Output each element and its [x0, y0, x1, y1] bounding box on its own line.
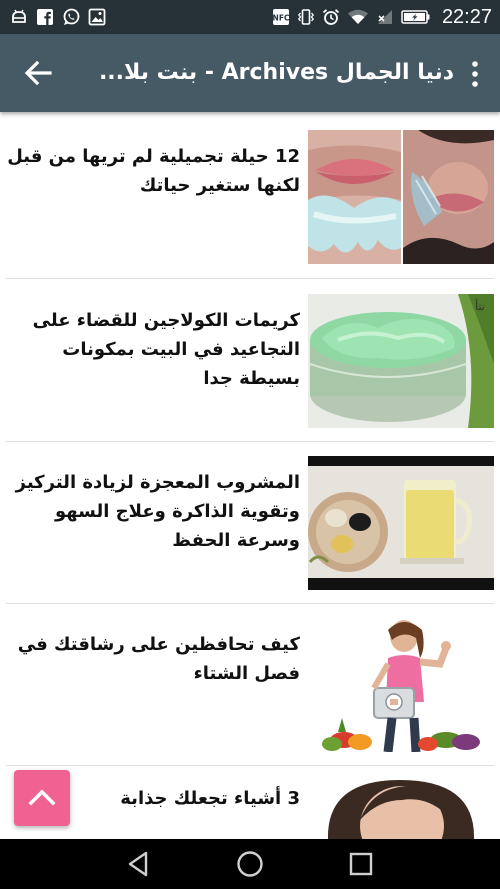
article-title: كريمات الكولاجين للقضاء على التجاعيد في … — [32, 310, 300, 389]
alarm-icon — [322, 9, 340, 25]
facebook-icon — [37, 9, 53, 25]
row-divider — [6, 278, 494, 279]
woman-face-photo — [308, 780, 494, 839]
no-signal-icon — [377, 10, 392, 24]
nav-back-icon[interactable] — [124, 849, 154, 879]
list-item[interactable]: 3 أشياء تجعلك جذابة — [6, 780, 494, 839]
system-icons: NFC 22:27 — [272, 6, 492, 28]
list-item[interactable]: المشروب المعجزة لزيادة التركيز وتقوية ال… — [6, 456, 494, 590]
status-clock: 22:27 — [441, 5, 492, 28]
more-vert-icon[interactable] — [464, 58, 486, 90]
svg-text:نتأ: نتأ — [475, 298, 485, 313]
svg-text:NFC: NFC — [272, 14, 289, 23]
chevron-up-icon — [28, 789, 56, 806]
page-title: دنيا الجمال Archives - بنت بلا... — [98, 60, 454, 85]
notification-icons — [10, 7, 106, 27]
whatsapp-icon — [63, 8, 80, 25]
wifi-icon — [347, 9, 368, 24]
article-title: المشروب المعجزة لزيادة التركيز وتقوية ال… — [15, 472, 300, 551]
article-title: 12 حيلة تجميلية لم تريها من قبل لكنها ست… — [7, 146, 300, 196]
list-item[interactable]: كريمات الكولاجين للقضاء على التجاعيد في … — [6, 294, 494, 428]
nav-home-icon[interactable] — [235, 849, 265, 879]
list-item[interactable]: كيف تحافظين على رشاقتك في فصل الشتاء — [6, 618, 494, 752]
row-divider — [6, 765, 494, 766]
lips-mask-photo — [308, 130, 494, 264]
android-debug-icon — [12, 9, 26, 23]
list-item[interactable]: 12 حيلة تجميلية لم تريها من قبل لكنها ست… — [6, 130, 494, 264]
scroll-to-top-button[interactable] — [14, 770, 70, 826]
battery-charging-icon — [401, 10, 430, 24]
arrow-back-icon[interactable] — [20, 55, 56, 91]
app-bar: دنيا الجمال Archives - بنت بلا... — [0, 34, 500, 112]
status-bar: NFC 22:27 — [0, 0, 500, 34]
article-list: 12 حيلة تجميلية لم تريها من قبل لكنها ست… — [0, 112, 500, 839]
row-divider — [6, 441, 494, 442]
navigation-bar — [0, 839, 500, 889]
vibrate-icon — [297, 9, 314, 25]
nfc-icon: NFC — [272, 9, 290, 25]
nav-recents-icon[interactable] — [346, 849, 376, 879]
woman-with-scale-photo — [308, 618, 494, 752]
gallery-icon — [88, 8, 106, 26]
drink-and-seeds-photo — [308, 456, 494, 590]
article-title: كيف تحافظين على رشاقتك في فصل الشتاء — [17, 634, 300, 684]
green-cream-jar-photo: نتأ — [308, 294, 494, 428]
row-divider — [6, 603, 494, 604]
